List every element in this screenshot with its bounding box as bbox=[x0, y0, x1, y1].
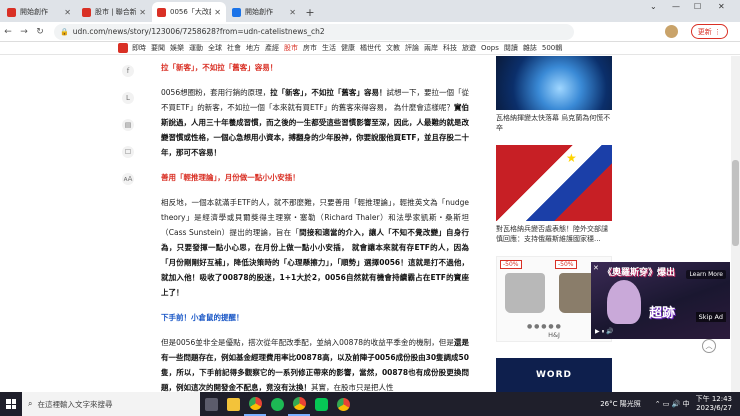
bookmark-icon[interactable]: ☐ bbox=[122, 146, 134, 158]
comment-icon[interactable]: ▤ bbox=[122, 119, 134, 131]
carousel-dots[interactable]: ● ● ● ● ● bbox=[527, 323, 561, 330]
site-nav-item[interactable]: 旅遊 bbox=[462, 43, 476, 53]
site-nav-item[interactable]: 產經 bbox=[265, 43, 279, 53]
tab-3-active[interactable]: 0056「大改款」屬為了對打00878 ✕ bbox=[152, 2, 226, 22]
tab-favicon-icon bbox=[82, 7, 91, 17]
back-to-top-icon[interactable]: ︿ bbox=[702, 339, 716, 353]
font-size-icon[interactable]: ᴀA bbox=[122, 173, 134, 185]
site-nav-item[interactable]: 社會 bbox=[227, 43, 241, 53]
tab-favicon-icon bbox=[157, 7, 166, 17]
maximize-icon[interactable]: ☐ bbox=[694, 2, 701, 11]
line-icon[interactable]: L bbox=[122, 92, 134, 104]
close-tab-icon[interactable]: ✕ bbox=[64, 8, 71, 17]
tab-2[interactable]: 股市 | 聯合新聞網 ✕ bbox=[77, 2, 151, 22]
bag-image bbox=[505, 273, 545, 313]
site-nav-item[interactable]: 運動 bbox=[189, 43, 203, 53]
minimize-icon[interactable]: — bbox=[672, 2, 680, 11]
chrome-icon[interactable] bbox=[288, 392, 310, 416]
browser-tab-bar: 開始創作 ✕ 股市 | 聯合新聞網 ✕ 0056「大改款」屬為了對打00878 … bbox=[0, 0, 740, 22]
site-nav-item[interactable]: 股市 bbox=[284, 43, 298, 53]
taskbar-search-input[interactable]: ⌕ 在這裡輸入文字來搜尋 bbox=[22, 392, 200, 416]
clock[interactable]: 下午 12:43 2023/6/27 bbox=[696, 395, 732, 413]
site-nav-item[interactable]: 全球 bbox=[208, 43, 222, 53]
flags-image: ★ bbox=[496, 145, 612, 221]
chrome-icon[interactable] bbox=[332, 392, 354, 416]
site-nav-item[interactable]: 兩岸 bbox=[424, 43, 438, 53]
site-nav-item[interactable]: 地方 bbox=[246, 43, 260, 53]
close-video-icon[interactable]: ✕ bbox=[593, 264, 599, 272]
article-subheading: 拉「新客」，不如拉「舊客」容易！ bbox=[161, 63, 278, 72]
site-nav-item[interactable]: 健康 bbox=[341, 43, 355, 53]
news-card-2[interactable]: ★ 對瓦格納兵變否處表態！陸外交部譴慎回應：支持俄羅斯維護國家穩... bbox=[496, 145, 612, 244]
windows-icon bbox=[6, 399, 16, 409]
tab-1[interactable]: 開始創作 ✕ bbox=[2, 2, 76, 22]
site-nav-item[interactable]: 生活 bbox=[322, 43, 336, 53]
address-bar-row: ← → ↻ 🔒 udn.com/news/story/123006/725862… bbox=[0, 22, 740, 42]
url-field[interactable]: 🔒 udn.com/news/story/123006/7258628?from… bbox=[54, 23, 574, 40]
reload-icon[interactable]: ↻ bbox=[32, 27, 48, 37]
news-card-1[interactable]: 瓦格納揮變太快落幕 烏克蘭為何慌不卒 bbox=[496, 56, 612, 133]
tab-favicon-icon bbox=[7, 7, 16, 17]
globe-image bbox=[496, 56, 612, 110]
search-icon: ⌕ bbox=[28, 399, 33, 408]
weather-widget[interactable]: 26°C 陽光照 bbox=[600, 399, 641, 409]
site-nav-item[interactable]: Oops bbox=[481, 44, 499, 52]
site-nav-item[interactable]: 科技 bbox=[443, 43, 457, 53]
character-image bbox=[607, 280, 641, 324]
start-button[interactable] bbox=[0, 392, 22, 416]
site-nav-item[interactable]: 閱讀 bbox=[504, 43, 518, 53]
site-nav-item[interactable]: 娛樂 bbox=[170, 43, 184, 53]
site-nav-item[interactable]: 文教 bbox=[386, 43, 400, 53]
profile-avatar[interactable] bbox=[665, 25, 678, 38]
spotify-icon[interactable] bbox=[266, 392, 288, 416]
article-paragraph: 但是0056並非全是優點，搭次從年配改季配，並納入00878的收益平季金的機制，… bbox=[161, 338, 469, 392]
site-nav-item[interactable]: 雜誌 bbox=[523, 43, 537, 53]
scrollbar-thumb[interactable] bbox=[732, 160, 739, 246]
video-ad[interactable]: ✕ 《奧羅斯穿》爆出 Learn More 超跡 Skip Ad ▶ ⏸ 🔊 bbox=[591, 262, 730, 339]
learn-more-button[interactable]: Learn More bbox=[686, 270, 726, 279]
line-app-icon[interactable] bbox=[310, 392, 332, 416]
article-subheading: 下手前！小倉鼠的提醒！ bbox=[161, 313, 244, 322]
article-paragraph: 0056想圈粉，套用行銷的原理，拉「新客」，不如拉「舊客」容易！試想一下，要拉一… bbox=[161, 88, 470, 157]
site-nav-item[interactable]: 500輯 bbox=[542, 43, 562, 53]
forward-icon[interactable]: → bbox=[16, 27, 32, 37]
site-nav-item[interactable]: 評論 bbox=[405, 43, 419, 53]
tab-search-icon[interactable]: ⌄ bbox=[650, 2, 657, 11]
system-tray: 26°C 陽光照 ⌃ ▭ 🔊 中 下午 12:43 2023/6/27 bbox=[600, 392, 740, 416]
close-tab-icon[interactable]: ✕ bbox=[289, 8, 296, 17]
tab-favicon-icon bbox=[232, 7, 241, 17]
site-nav: 即時 要聞 娛樂 運動 全球 社會 地方 產經 股市 房市 生活 健康 橘世代 文教 評論 兩岸 科技 旅遊 Oop… bbox=[0, 42, 740, 55]
taskbar: ⌕ 在這裡輸入文字來搜尋 26°C 陽光照 ⌃ ▭ 🔊 中 下午 12:43 2… bbox=[0, 392, 740, 416]
site-nav-item[interactable]: 橘世代 bbox=[360, 43, 381, 53]
video-controls[interactable]: ▶ ⏸ 🔊 bbox=[595, 328, 614, 336]
close-tab-icon[interactable]: ✕ bbox=[214, 8, 221, 17]
article-body: 拉「新客」，不如拉「舊客」容易！ 0056想圈粉，套用行銷的原理，拉「新客」，不… bbox=[161, 60, 469, 405]
back-icon[interactable]: ← bbox=[0, 27, 16, 37]
close-window-icon[interactable]: ✕ bbox=[718, 2, 725, 11]
site-nav-item[interactable]: 要聞 bbox=[151, 43, 165, 53]
site-nav-item[interactable]: 房市 bbox=[303, 43, 317, 53]
udn-logo-icon[interactable] bbox=[118, 43, 128, 53]
word-ad-banner[interactable]: WORD bbox=[496, 358, 612, 392]
update-button[interactable]: 更新 ⋮ bbox=[690, 24, 728, 39]
facebook-icon[interactable]: f bbox=[122, 65, 134, 77]
tray-icons[interactable]: ⌃ ▭ 🔊 中 bbox=[655, 399, 690, 409]
article-paragraph: 相反地，一個本就滿手ETF的人，就不那麼難，只要善用「輕推理論」，輕推英文為「n… bbox=[161, 198, 470, 297]
tab-4[interactable]: 開始創作 ✕ bbox=[227, 2, 301, 22]
skip-ad-button[interactable]: Skip Ad bbox=[695, 312, 726, 322]
task-view-icon[interactable] bbox=[200, 392, 222, 416]
chrome-icon[interactable] bbox=[244, 392, 266, 416]
new-tab-button[interactable]: + bbox=[302, 2, 318, 22]
article-subheading: 善用「輕推理論」，月份做一點小小安插！ bbox=[161, 173, 300, 182]
close-tab-icon[interactable]: ✕ bbox=[139, 8, 146, 17]
page-scrollbar[interactable] bbox=[731, 56, 740, 392]
site-nav-item[interactable]: 即時 bbox=[132, 43, 146, 53]
lock-icon: 🔒 bbox=[60, 27, 69, 36]
file-explorer-icon[interactable] bbox=[222, 392, 244, 416]
